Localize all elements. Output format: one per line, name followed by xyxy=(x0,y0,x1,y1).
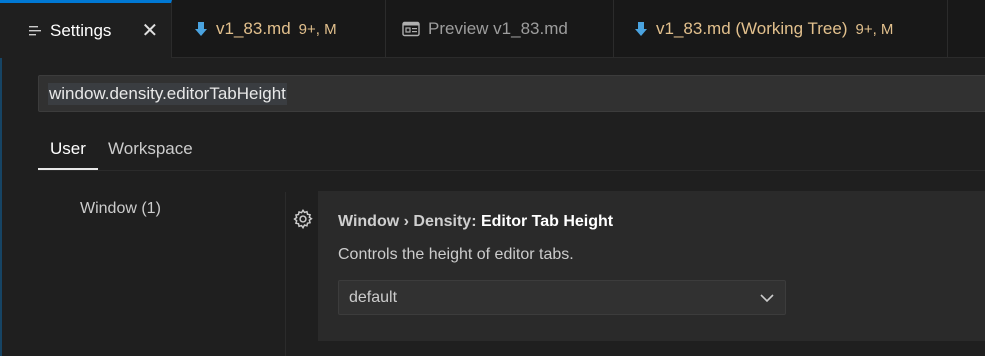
setting-title: Window › Density: Editor Tab Height xyxy=(338,211,613,233)
tab-label: v1_83.md (Working Tree) xyxy=(656,19,848,38)
tab-settings[interactable]: Settings ✕ xyxy=(0,0,172,58)
editor-tab-bar: Settings ✕ v1_83.md 9+, M Preview v1_83.… xyxy=(0,0,985,58)
chevron-down-icon xyxy=(760,294,774,303)
toc-divider xyxy=(285,192,286,356)
markdown-down-arrow-icon xyxy=(635,22,647,36)
tab-user[interactable]: User xyxy=(50,138,86,160)
settings-search-input[interactable]: window.density.editorTabHeight xyxy=(38,75,985,112)
tab-status: 9+, M xyxy=(855,20,894,38)
markdown-down-arrow-icon xyxy=(195,22,207,36)
tab-status: 9+, M xyxy=(298,20,337,38)
search-query-text: window.density.editorTabHeight xyxy=(48,83,287,105)
settings-list-icon xyxy=(29,25,41,35)
preview-icon xyxy=(402,21,420,37)
tab-label: v1_83.md xyxy=(216,19,291,38)
left-edge-border xyxy=(0,58,2,356)
editor-tab-height-select[interactable]: default xyxy=(338,280,786,315)
tab-preview[interactable]: Preview v1_83.md xyxy=(386,0,614,58)
toc-item-window[interactable]: Window (1) xyxy=(80,198,161,220)
tab-label: Settings xyxy=(50,20,112,40)
tab-label: Preview v1_83.md xyxy=(428,19,568,38)
close-icon[interactable]: ✕ xyxy=(141,18,158,43)
select-value: default xyxy=(349,289,398,306)
setting-key: Editor Tab Height xyxy=(480,213,614,230)
scope-divider xyxy=(38,170,985,171)
tab-v1-83-md[interactable]: v1_83.md 9+, M xyxy=(172,0,386,58)
tab-working-tree[interactable]: v1_83.md (Working Tree) 9+, M xyxy=(614,0,948,58)
tab-workspace[interactable]: Workspace xyxy=(108,138,193,160)
setting-description: Controls the height of editor tabs. xyxy=(338,246,574,263)
setting-category: Window › Density: xyxy=(338,213,481,230)
gear-icon[interactable] xyxy=(292,208,314,230)
